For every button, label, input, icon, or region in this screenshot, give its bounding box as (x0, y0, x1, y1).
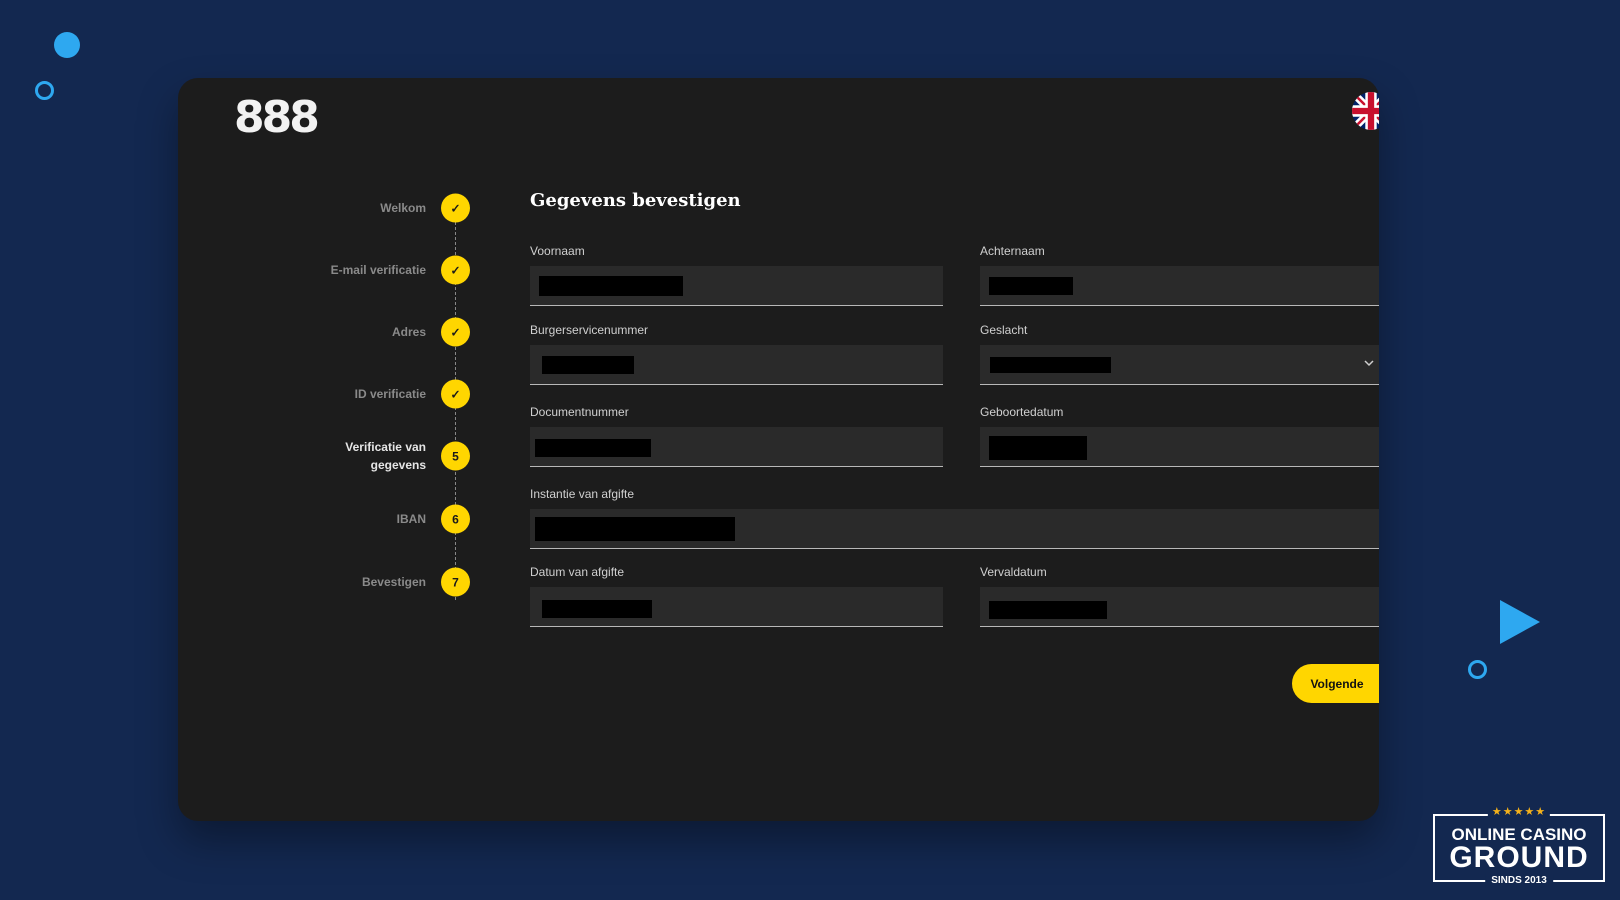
geslacht-select[interactable] (980, 345, 1379, 385)
datum-afgifte-input[interactable] (530, 587, 943, 627)
redacted-value (542, 600, 652, 618)
documentnummer-field: Documentnummer (530, 405, 943, 467)
field-label: Vervaldatum (980, 565, 1047, 579)
step-label: Welkom (380, 201, 426, 215)
redacted-value (535, 517, 735, 541)
step-welkom: Welkom ✓ (178, 188, 478, 228)
redacted-value (542, 356, 634, 374)
redacted-value (989, 436, 1087, 460)
bsn-input[interactable] (530, 345, 943, 385)
achternaam-input[interactable] (980, 266, 1379, 306)
page-title: Gegevens bevestigen (530, 190, 741, 211)
redacted-value (990, 357, 1111, 373)
redacted-value (989, 601, 1107, 619)
step-adres: Adres ✓ (178, 312, 478, 352)
redacted-value (989, 277, 1073, 295)
brand-since: SINDS 2013 (1485, 874, 1553, 888)
decorative-ring (1468, 660, 1487, 679)
redacted-value (539, 276, 683, 296)
instantie-field: Instantie van afgifte (530, 487, 1379, 549)
checkmark-icon: ✓ (441, 317, 470, 347)
step-verificatie-van-gegevens: Verificatie van gegevens 5 (178, 436, 478, 476)
vervaldatum-input[interactable] (980, 587, 1379, 627)
checkmark-icon: ✓ (441, 193, 470, 223)
field-label: Voornaam (530, 244, 585, 258)
step-label: ID verificatie (354, 387, 426, 401)
instantie-input[interactable] (530, 509, 1379, 549)
field-label: Instantie van afgifte (530, 487, 635, 501)
decorative-dot (54, 32, 80, 58)
field-label: Datum van afgifte (530, 565, 625, 579)
field-label: Achternaam (980, 244, 1045, 258)
step-id-verificatie: ID verificatie ✓ (178, 374, 478, 414)
datum-afgifte-field: Datum van afgifte (530, 565, 943, 627)
step-number: 6 (441, 504, 470, 534)
field-label: Geboortedatum (980, 405, 1064, 419)
step-bevestigen: Bevestigen 7 (178, 562, 478, 602)
brand-line: GROUND (1449, 841, 1589, 874)
uk-flag-icon[interactable] (1352, 92, 1379, 130)
geboortedatum-field: Geboortedatum (980, 405, 1379, 467)
geslacht-field: Geslacht (980, 323, 1379, 385)
next-button[interactable]: Volgende (1292, 664, 1379, 703)
vervaldatum-field: Vervaldatum (980, 565, 1379, 627)
step-label: IBAN (396, 512, 426, 526)
field-label: Documentnummer (530, 405, 629, 419)
brand-logo: 888 (234, 92, 320, 143)
achternaam-field: Achternaam (980, 244, 1379, 306)
checkmark-icon: ✓ (441, 255, 470, 285)
brand-badge: ★★★★★ ONLINE CASINO GROUND SINDS 2013 (1433, 805, 1605, 888)
step-number: 7 (441, 567, 470, 597)
bsn-field: Burgerservicenummer (530, 323, 943, 385)
step-label: Adres (391, 325, 426, 339)
chevron-down-icon (1363, 357, 1375, 372)
voornaam-field: Voornaam (530, 244, 943, 306)
step-label: Bevestigen (361, 575, 426, 589)
decorative-ring (35, 81, 54, 100)
step-iban: IBAN 6 (178, 499, 478, 539)
field-label: Geslacht (980, 323, 1028, 337)
checkmark-icon: ✓ (441, 379, 470, 409)
step-label: E-mail verificatie (330, 263, 426, 277)
geboortedatum-input[interactable] (980, 427, 1379, 467)
rating-stars: ★★★★★ (1487, 805, 1551, 819)
step-email-verificatie: E-mail verificatie ✓ (178, 250, 478, 290)
play-triangle-icon (1500, 600, 1540, 644)
field-label: Burgerservicenummer (530, 323, 649, 337)
step-label: Verificatie van gegevens (345, 440, 426, 472)
registration-card: 888 Welkom ✓ E-mail verificatie ✓ Adres … (178, 78, 1379, 821)
step-number: 5 (441, 441, 470, 471)
documentnummer-input[interactable] (530, 427, 943, 467)
redacted-value (535, 439, 651, 457)
voornaam-input[interactable] (530, 266, 943, 306)
